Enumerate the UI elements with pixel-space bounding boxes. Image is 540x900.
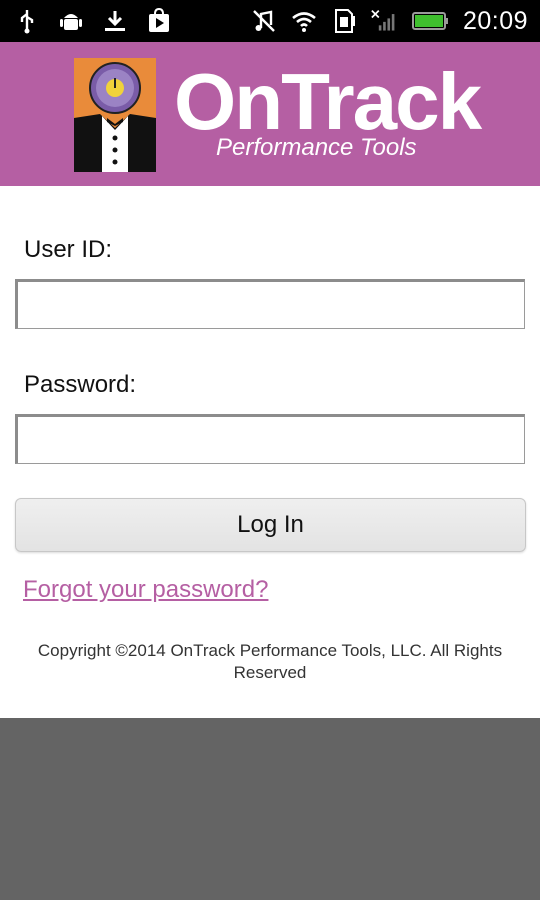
no-signal-icon	[371, 9, 395, 31]
user-id-input[interactable]	[15, 279, 525, 329]
password-input[interactable]	[15, 414, 525, 464]
brand-tagline: Performance Tools	[216, 134, 417, 161]
tuxedo-clock-mascot-logo	[74, 58, 156, 172]
android-debug-icon	[60, 14, 82, 30]
copyright-line-2: Reserved	[233, 663, 307, 682]
app-header: OnTrack Performance Tools	[0, 42, 540, 186]
login-form: User ID: Password: Log In Forgot your pa…	[0, 186, 540, 718]
status-bar-right: 20:09	[251, 6, 528, 36]
usb-icon	[20, 10, 34, 34]
brand-name: OnTrack	[174, 57, 482, 146]
copyright-line-1: Copyright ©2014 OnTrack Performance Tool…	[37, 641, 503, 660]
password-label: Password:	[24, 371, 137, 398]
user-id-label: User ID:	[24, 236, 113, 263]
play-store-icon	[149, 8, 169, 32]
copyright-text: Copyright ©2014 OnTrack Performance Tool…	[0, 640, 540, 684]
download-icon	[105, 11, 125, 31]
sd-card-icon	[334, 9, 355, 33]
status-bar-left	[14, 6, 172, 36]
forgot-password-link[interactable]: Forgot your password?	[23, 576, 268, 604]
status-time: 20:09	[462, 6, 528, 35]
wifi-icon	[292, 12, 316, 32]
log-in-button[interactable]: Log In	[15, 498, 526, 552]
battery-icon	[411, 12, 448, 30]
status-bar: 20:09	[0, 0, 540, 42]
no-music-icon	[253, 10, 275, 32]
